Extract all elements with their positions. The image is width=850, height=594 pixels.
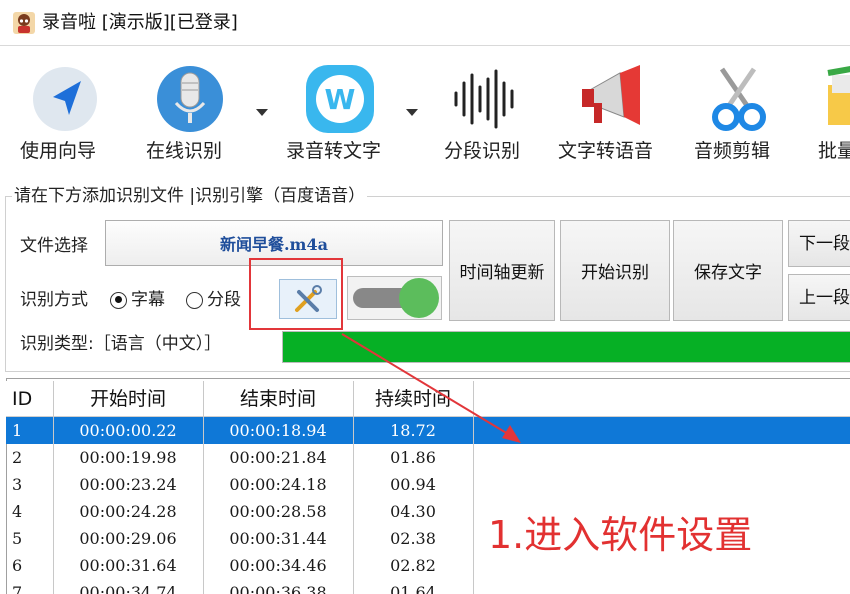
table-cell: 3	[12, 475, 23, 494]
table-cell: 00:00:34.74	[79, 583, 177, 594]
panel-legend: 请在下方添加识别文件 |识别引擎（百度语音）	[12, 184, 368, 208]
megaphone-icon	[582, 65, 640, 125]
table-cell: 01.64	[390, 583, 436, 594]
table-row[interactable]: 1 00:00:00.22 00:00:18.94 18.72	[6, 417, 850, 444]
table-header: ID 开始时间 结束时间 持续时间	[6, 381, 850, 417]
toolbar-audio-to-text-button[interactable]: W 录音转文字	[284, 47, 394, 175]
column-header-end[interactable]: 结束时间	[203, 381, 353, 417]
table-cell: 18.72	[390, 421, 436, 440]
microphone-icon	[157, 66, 223, 132]
table-cell: 00.94	[390, 475, 436, 494]
table-cell: 02.38	[390, 529, 436, 548]
table-cell: 00:00:19.98	[79, 448, 177, 467]
chevron-down-icon[interactable]	[406, 109, 418, 116]
annotation-highlight-box	[249, 258, 343, 330]
table-cell: 04.30	[390, 502, 436, 521]
svg-text:W: W	[325, 83, 356, 116]
toolbar-label: 批量	[818, 140, 850, 162]
column-header-start[interactable]: 开始时间	[53, 381, 203, 417]
table-cell: 00:00:34.46	[229, 556, 327, 575]
radio-dot	[186, 291, 203, 309]
table-cell: 4	[12, 502, 23, 521]
toolbar-guide-button[interactable]: 使用向导	[18, 47, 108, 175]
table-cell: 00:00:29.06	[79, 529, 177, 548]
folder-icon	[827, 66, 850, 125]
table-row[interactable]: 7 00:00:34.74 00:00:36.38 01.64	[6, 579, 850, 594]
mode-label: 识别方式	[20, 290, 88, 310]
table-row[interactable]: 2 00:00:19.98 00:00:21.84 01.86	[6, 444, 850, 471]
toggle-knob[interactable]	[399, 278, 439, 318]
table-cell: 1	[12, 421, 23, 440]
table-cell: 01.86	[390, 448, 436, 467]
toolbar-segment-recognize-button[interactable]: 分段识别	[444, 47, 534, 175]
toolbar-label: 使用向导	[20, 140, 97, 162]
table-cell: 00:00:31.44	[229, 529, 327, 548]
scissors-icon	[712, 67, 766, 131]
toolbar-label: 分段识别	[444, 140, 521, 162]
toolbar-online-recognize-button[interactable]: 在线识别	[140, 47, 240, 175]
column-divider	[353, 381, 354, 594]
table-cell: 00:00:23.24	[79, 475, 177, 494]
table-cell: 00:00:28.58	[229, 502, 327, 521]
prev-segment-button[interactable]: 上一段	[788, 274, 850, 321]
table-cell: 00:00:24.28	[79, 502, 177, 521]
title-bar: 录音啦 [演示版][已登录]	[0, 0, 850, 46]
toolbar-text-to-speech-button[interactable]: 文字转语音	[558, 47, 668, 175]
table-cell: 00:00:00.22	[79, 421, 177, 440]
sound-wave-icon	[454, 69, 514, 129]
next-segment-button[interactable]: 下一段	[788, 220, 850, 267]
annotation-text: 1.进入软件设置	[488, 513, 753, 557]
navigation-arrow-icon	[33, 67, 97, 131]
save-text-button[interactable]: 保存文字	[673, 220, 783, 321]
column-divider	[53, 381, 54, 594]
window-title: 录音啦 [演示版][已登录]	[42, 12, 238, 33]
table-cell: 6	[12, 556, 23, 575]
table-cell: 02.82	[390, 556, 436, 575]
toolbar-label: 音频剪辑	[694, 140, 771, 162]
column-header-duration[interactable]: 持续时间	[353, 381, 473, 417]
mode-segment-radio[interactable]: 分段	[186, 288, 241, 312]
file-select-label: 文件选择	[20, 236, 88, 256]
table-cell: 00:00:18.94	[229, 421, 327, 440]
toolbar-label: 录音转文字	[286, 140, 382, 162]
table-cell: 5	[12, 529, 23, 548]
w-logo-icon: W	[306, 65, 374, 133]
radio-label: 分段	[207, 290, 241, 310]
toolbar-audio-edit-button[interactable]: 音频剪辑	[694, 47, 784, 175]
recognize-type-label: 识别类型:［语言（中文）］	[20, 334, 222, 354]
toolbar-label: 文字转语音	[558, 140, 654, 162]
toolbar: 使用向导 在线识别 W 录音转文字 分段识别 文字转语音 音频剪辑 批量	[0, 47, 850, 175]
table-cell: 00:00:31.64	[79, 556, 177, 575]
table-cell: 7	[12, 583, 23, 594]
table-cell: 00:00:21.84	[229, 448, 327, 467]
table-row[interactable]: 3 00:00:23.24 00:00:24.18 00.94	[6, 471, 850, 498]
start-recognize-button[interactable]: 开始识别	[560, 220, 670, 321]
toolbar-batch-button[interactable]: 批量	[816, 47, 850, 175]
timeline-update-button[interactable]: 时间轴更新	[449, 220, 555, 321]
toolbar-label: 在线识别	[146, 140, 223, 162]
file-name: 新闻早餐.m4a	[219, 235, 328, 254]
app-logo-icon	[13, 12, 35, 34]
chevron-down-icon[interactable]	[256, 109, 268, 116]
table-cell: 2	[12, 448, 23, 467]
radio-label: 字幕	[131, 290, 165, 310]
table-cell: 00:00:36.38	[229, 583, 327, 594]
radio-dot	[110, 291, 127, 309]
column-header-id[interactable]: ID	[6, 381, 53, 417]
column-divider	[473, 381, 474, 594]
progress-bar	[282, 331, 850, 363]
table-cell: 00:00:24.18	[229, 475, 327, 494]
column-divider	[203, 381, 204, 594]
mode-subtitle-radio[interactable]: 字幕	[110, 288, 165, 312]
